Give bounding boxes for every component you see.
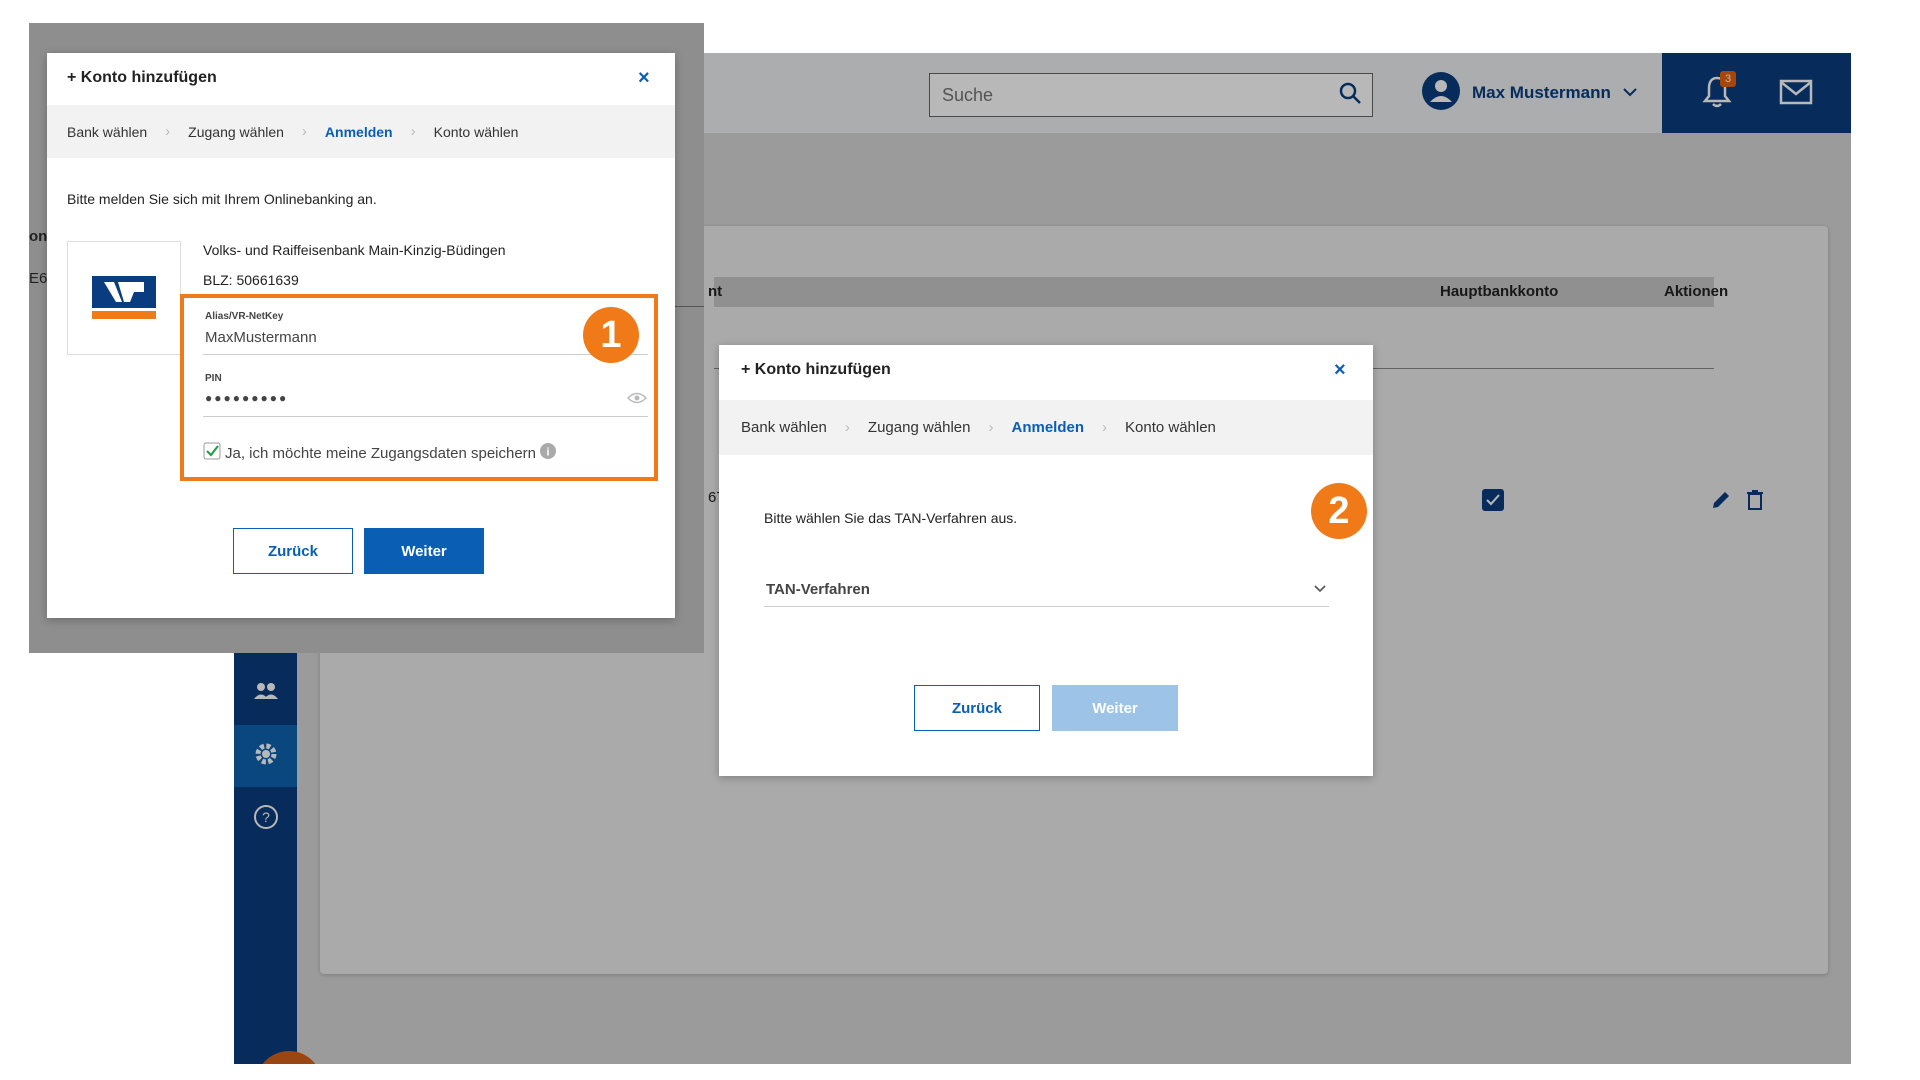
back-button[interactable]: Zurück bbox=[233, 528, 353, 574]
bank-logo bbox=[67, 241, 181, 355]
dialog-title: + Konto hinzufügen bbox=[741, 361, 891, 378]
next-button-disabled[interactable]: Weiter bbox=[1052, 685, 1178, 731]
step-konto-waehlen: Konto wählen bbox=[1125, 419, 1216, 436]
stepper: Bank wählen › Zugang wählen › Anmelden ›… bbox=[719, 400, 1373, 455]
chevron-right-icon: › bbox=[165, 123, 171, 140]
close-icon[interactable]: × bbox=[638, 67, 650, 90]
close-icon[interactable]: × bbox=[1334, 359, 1346, 382]
step-bank-waehlen: Bank wählen bbox=[741, 419, 827, 436]
chevron-right-icon: › bbox=[988, 419, 994, 436]
chevron-right-icon: › bbox=[301, 123, 307, 140]
stepper: Bank wählen › Zugang wählen › Anmelden ›… bbox=[47, 105, 675, 158]
bank-blz: BLZ: 50661639 bbox=[203, 272, 299, 288]
tan-method-select[interactable]: TAN-Verfahren bbox=[764, 575, 1329, 607]
dialog-title: + Konto hinzufügen bbox=[67, 69, 217, 86]
step-konto-waehlen: Konto wählen bbox=[433, 123, 519, 140]
step-bank-waehlen: Bank wählen bbox=[67, 123, 148, 140]
tan-dialog: + Konto hinzufügen × Bank wählen › Zugan… bbox=[719, 345, 1373, 776]
bank-name: Volks- und Raiffeisenbank Main-Kinzig-Bü… bbox=[203, 242, 506, 258]
chevron-right-icon: › bbox=[1102, 419, 1107, 436]
next-button[interactable]: Weiter bbox=[364, 528, 484, 574]
step-zugang-waehlen: Zugang wählen bbox=[188, 123, 284, 140]
chevron-right-icon: › bbox=[844, 419, 850, 436]
chevron-right-icon: › bbox=[410, 123, 416, 140]
chevron-down-icon bbox=[1313, 581, 1327, 599]
step-marker-1: 1 bbox=[583, 307, 639, 363]
step-marker-2: 2 bbox=[1311, 483, 1367, 539]
tan-select-placeholder: TAN-Verfahren bbox=[766, 581, 870, 598]
back-button[interactable]: Zurück bbox=[914, 685, 1040, 731]
step-anmelden: Anmelden bbox=[324, 123, 393, 140]
step-anmelden: Anmelden bbox=[1011, 419, 1084, 436]
tan-intro-text: Bitte wählen Sie das TAN-Verfahren aus. bbox=[764, 510, 1018, 526]
select-underline bbox=[764, 606, 1329, 607]
login-intro-text: Bitte melden Sie sich mit Ihrem Onlineba… bbox=[67, 191, 377, 207]
step-zugang-waehlen: Zugang wählen bbox=[867, 419, 971, 436]
